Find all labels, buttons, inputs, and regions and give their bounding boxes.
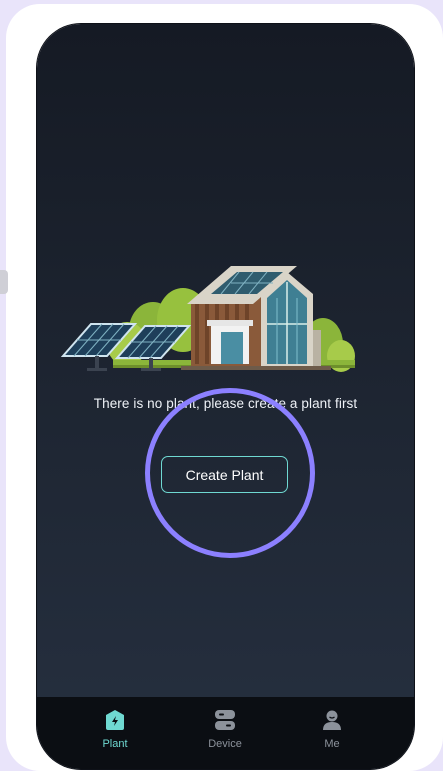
tab-plant[interactable]: Plant	[75, 709, 155, 750]
tab-plant-label: Plant	[102, 738, 128, 750]
user-icon	[323, 710, 341, 730]
bottom-tab-bar: Plant Device Me	[37, 697, 414, 769]
house-with-solar-panels-illustration	[61, 266, 355, 372]
device-icon	[215, 710, 235, 730]
tab-device-label: Device	[208, 738, 242, 750]
tab-me[interactable]: Me	[292, 709, 372, 750]
app-screen: There is no plant, please create a plant…	[37, 24, 414, 769]
create-plant-button[interactable]: Create Plant	[161, 456, 288, 493]
empty-state-message: There is no plant, please create a plant…	[93, 396, 358, 411]
tab-device[interactable]: Device	[185, 709, 265, 750]
background-edge-element	[0, 270, 8, 294]
tab-me-label: Me	[324, 738, 340, 750]
plant-bolt-icon	[106, 710, 124, 730]
